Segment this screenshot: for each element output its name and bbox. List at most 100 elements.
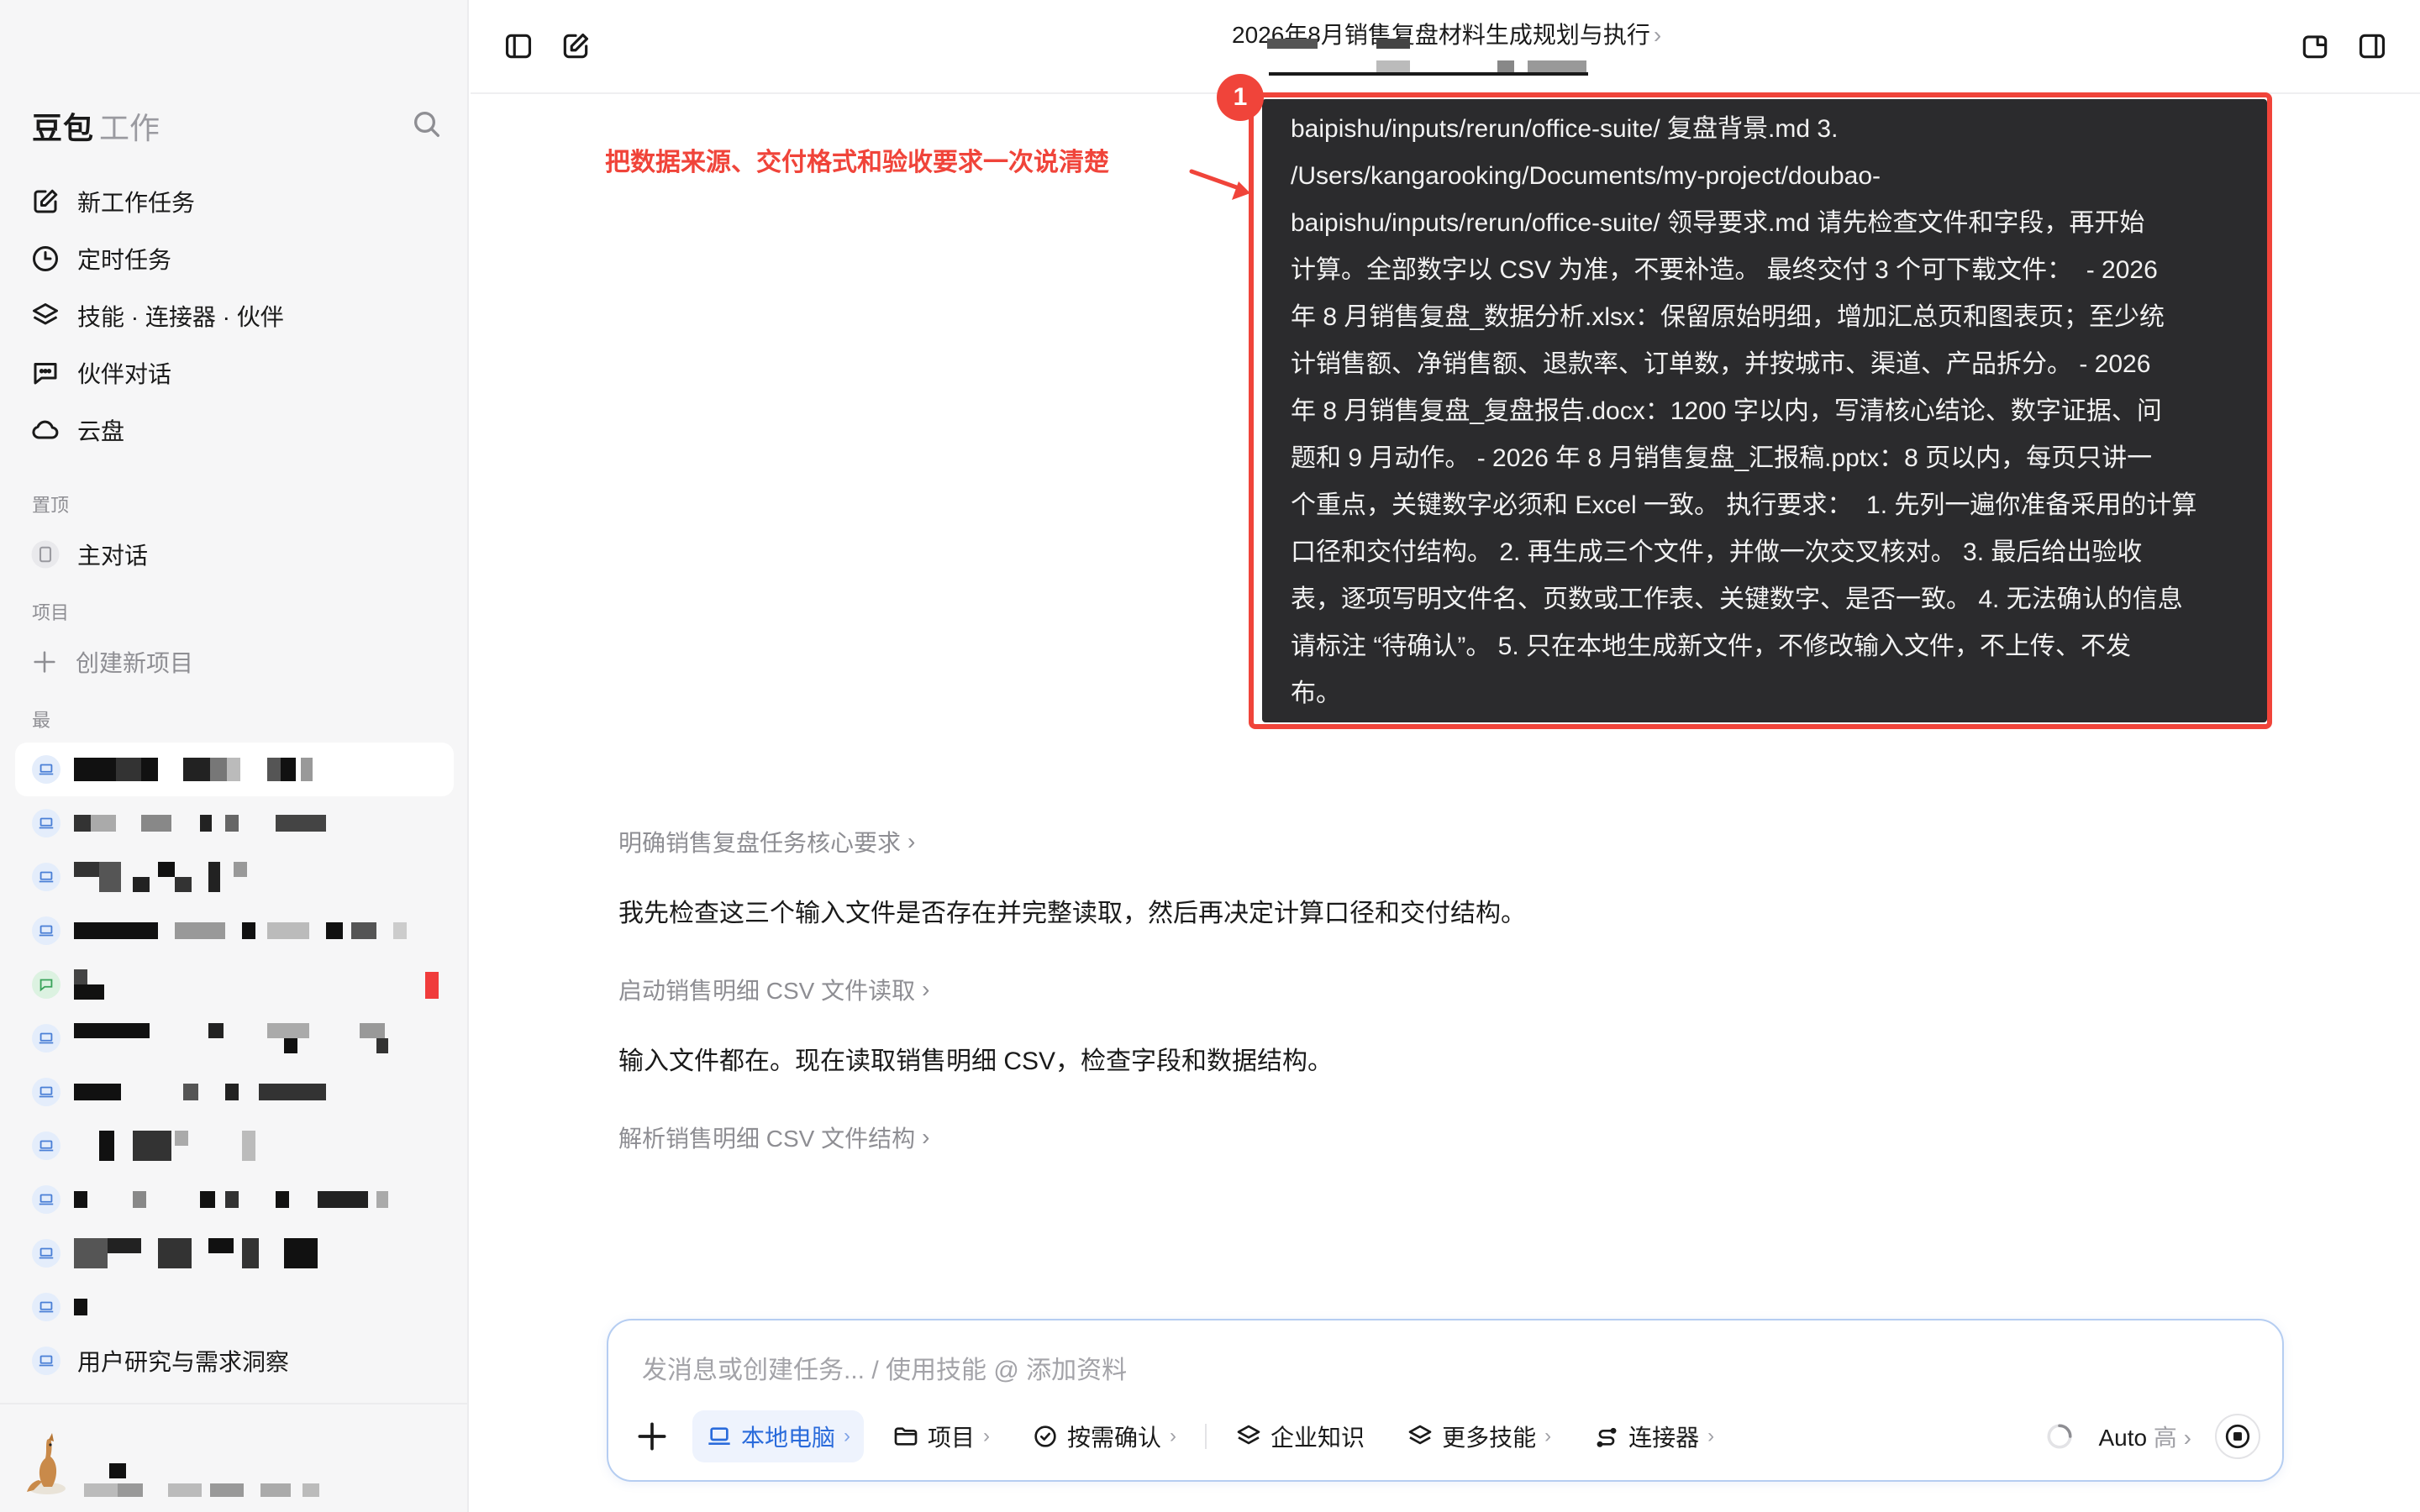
recent-item[interactable]: [15, 1065, 454, 1119]
annotation-arrow-icon: [1189, 169, 1250, 200]
message-input[interactable]: 发消息或创建任务... / 使用技能 @ 添加资料: [642, 1349, 1127, 1386]
recent-item[interactable]: [15, 1011, 454, 1065]
nav-cloud-drive[interactable]: 云盘: [30, 402, 450, 459]
stop-button[interactable]: [2215, 1414, 2260, 1459]
section-title-projects: 项目: [32, 602, 70, 623]
chevron-right-icon: ›: [1170, 1425, 1177, 1447]
recent-item[interactable]: [15, 1173, 454, 1226]
create-project-button[interactable]: 创建新项目: [30, 643, 193, 680]
recent-item[interactable]: [15, 904, 454, 958]
chevron-right-icon: ›: [2183, 1425, 2191, 1451]
recent-item[interactable]: [15, 1280, 454, 1334]
recent-item[interactable]: [15, 958, 454, 1011]
connector-chip[interactable]: 连接器 ›: [1580, 1410, 1728, 1462]
share-icon[interactable]: [2299, 30, 2331, 62]
chevron-right-icon: ›: [1653, 22, 1662, 48]
redacted-title: [74, 862, 427, 892]
nav-scheduled-tasks[interactable]: 定时任务: [30, 230, 450, 287]
user-prompt-text: baipishu/inputs/rerun/office-suite/ 复盘背景…: [1291, 115, 2197, 707]
recent-item[interactable]: [15, 796, 454, 850]
cloud-icon: [32, 420, 59, 439]
connector-icon: [1597, 1427, 1617, 1447]
step-toggle-1[interactable]: 明确销售复盘任务核心要求 ›: [618, 825, 915, 858]
brand-logo[interactable]: 豆包 工作: [32, 104, 160, 148]
clock-icon: [33, 246, 58, 271]
chip-label: 本地电脑: [741, 1425, 836, 1451]
confirm-mode-chip[interactable]: 按需确认 ›: [1018, 1410, 1190, 1462]
chevron-right-icon: ›: [908, 828, 916, 854]
sidebar-toggle-icon[interactable]: [502, 30, 534, 62]
create-project-label: 创建新项目: [76, 650, 194, 676]
redacted-title: [74, 815, 427, 832]
user-prompt-bubble: baipishu/inputs/rerun/office-suite/ 复盘背景…: [1262, 99, 2267, 722]
redacted-title: [74, 1131, 427, 1161]
recent-item[interactable]: [15, 1119, 454, 1173]
new-chat-icon[interactable]: [560, 30, 592, 62]
brand-subtitle: 工作: [99, 111, 160, 145]
laptop-icon: [32, 1293, 60, 1321]
avatar[interactable]: [22, 1430, 69, 1497]
laptop-icon: [32, 1078, 60, 1106]
recent-item[interactable]: [15, 1226, 454, 1280]
step-badge: 1: [1217, 74, 1264, 121]
redacted-title: [74, 1023, 427, 1053]
laptop-icon: [708, 1427, 730, 1445]
redacted-title: [74, 1191, 427, 1208]
add-attachment-icon[interactable]: [634, 1418, 671, 1455]
recent-item-label: 用户研究与需求洞察: [77, 1349, 290, 1375]
brand-name: 豆包: [32, 111, 95, 145]
chevron-right-icon: ›: [1707, 1425, 1715, 1447]
nav-label: 云盘: [77, 418, 125, 444]
chevron-right-icon: ›: [983, 1425, 991, 1447]
step-label: 明确销售复盘任务核心要求: [618, 830, 902, 856]
chevron-right-icon: ›: [844, 1425, 851, 1447]
redacted-title: [74, 969, 124, 1000]
step-toggle-3[interactable]: 解析销售明细 CSV 文件结构 ›: [618, 1121, 929, 1154]
nav-label: 伙伴对话: [77, 361, 172, 387]
enterprise-knowledge-chip[interactable]: 企业知识: [1222, 1410, 1378, 1462]
step-toggle-2[interactable]: 启动销售明细 CSV 文件读取 ›: [618, 973, 929, 1006]
nav-label: 技能 · 连接器 · 伙伴: [77, 304, 284, 330]
nav-skills[interactable]: 技能 · 连接器 · 伙伴: [30, 287, 450, 344]
nav-new-task[interactable]: 新工作任务: [30, 173, 450, 230]
sidebar: 豆包 工作 新工作任务 定时任务 技能 · 连接器 · 伙伴 伙伴对话 云盘 置…: [0, 0, 469, 1512]
laptop-icon: [32, 755, 60, 784]
more-skills-chip[interactable]: 更多技能 ›: [1393, 1410, 1565, 1462]
redacted-title: [74, 1084, 427, 1100]
search-icon[interactable]: [410, 108, 444, 141]
recent-item[interactable]: 用户研究与需求洞察: [15, 1334, 454, 1388]
chat-icon: [34, 363, 57, 385]
chip-label: 按需确认: [1067, 1425, 1162, 1451]
composer: 发消息或创建任务... / 使用技能 @ 添加资料 本地电脑 › 项目 › 按需…: [607, 1319, 2284, 1482]
project-chip[interactable]: 项目 ›: [879, 1410, 1003, 1462]
laptop-icon: [32, 1131, 60, 1160]
recent-item[interactable]: [15, 850, 454, 904]
nav-partner-chat[interactable]: 伙伴对话: [30, 344, 450, 402]
chevron-right-icon: ›: [922, 1124, 930, 1150]
laptop-icon: [32, 916, 60, 945]
model-selector[interactable]: Auto 高 ›: [2098, 1420, 2191, 1453]
laptop-icon: [32, 863, 60, 891]
layers-icon: [1237, 1425, 1260, 1445]
chip-label: 项目: [928, 1425, 976, 1451]
stop-icon: [2225, 1424, 2250, 1449]
recent-list: 用户研究与需求洞察: [15, 743, 454, 1388]
loading-spinner-icon: [2047, 1424, 2073, 1449]
chevron-right-icon: ›: [922, 976, 930, 1002]
plus-icon: [34, 651, 55, 673]
toolbar-divider: [1205, 1424, 1207, 1449]
annotation-label: 把数据来源、交付格式和验收要求一次说清楚: [605, 149, 1109, 176]
pinned-label: 主对话: [77, 543, 149, 569]
panel-toggle-icon[interactable]: [2356, 30, 2388, 62]
pinned-main-chat[interactable]: 主对话: [30, 536, 148, 573]
document-icon: [31, 540, 60, 569]
redacted-title: [74, 758, 427, 781]
section-title-recent: 最近: [32, 710, 50, 731]
layers-icon: [1408, 1425, 1432, 1445]
local-computer-chip[interactable]: 本地电脑 ›: [692, 1410, 865, 1462]
chevron-right-icon: ›: [1544, 1425, 1552, 1447]
redacted-tabs: [1267, 34, 1586, 76]
recent-item[interactable]: [15, 743, 454, 796]
unread-indicator: [425, 972, 439, 999]
laptop-icon: [32, 1024, 60, 1053]
